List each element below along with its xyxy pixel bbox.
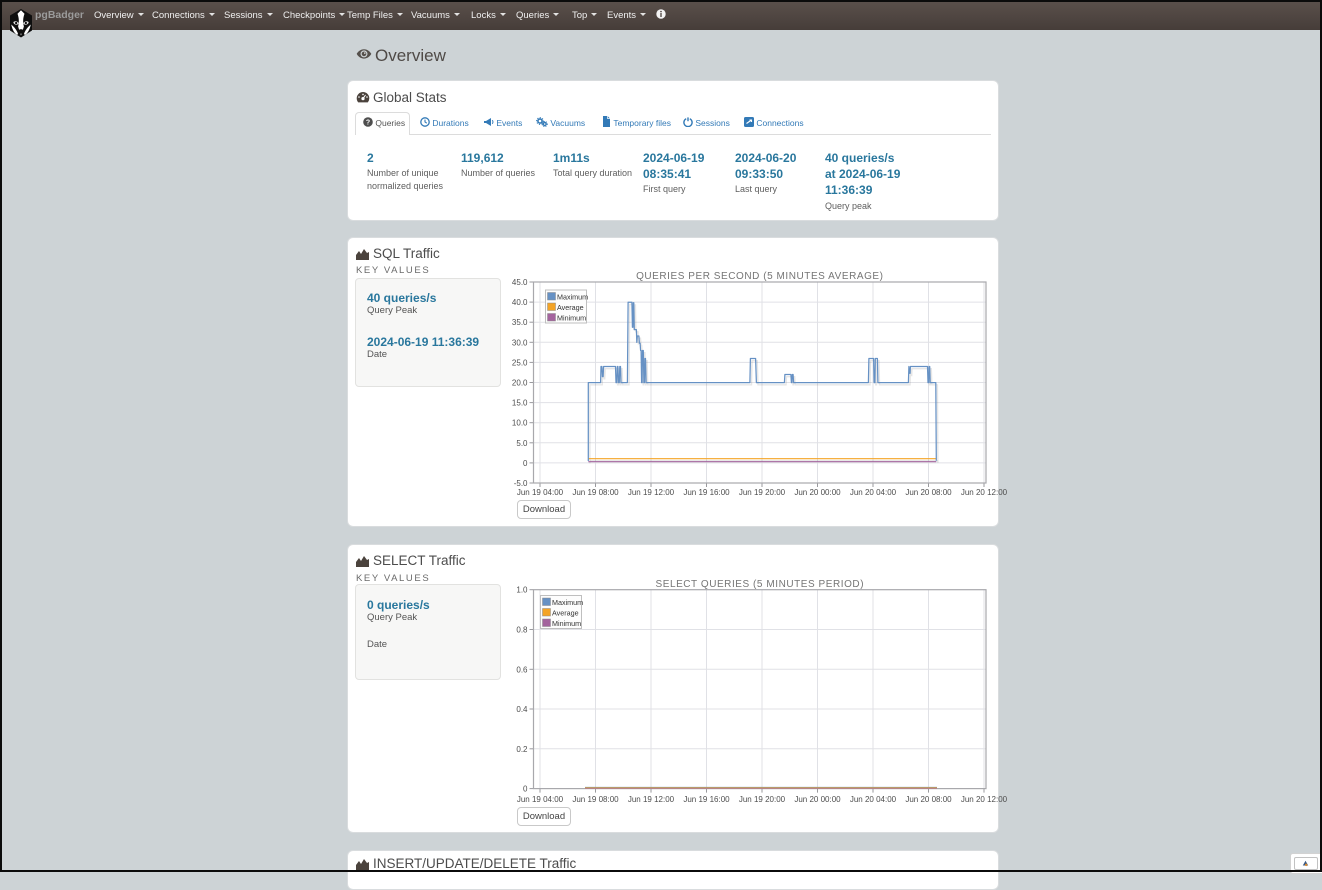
svg-text:Jun 20 00:00: Jun 20 00:00 xyxy=(794,795,841,804)
svg-text:Jun 19 20:00: Jun 19 20:00 xyxy=(739,488,786,497)
svg-text:30.0: 30.0 xyxy=(512,338,528,347)
svg-text:0: 0 xyxy=(523,459,528,468)
svg-text:Average: Average xyxy=(557,303,584,312)
svg-text:0.6: 0.6 xyxy=(516,665,528,674)
svg-text:Average: Average xyxy=(552,608,579,617)
svg-text:25.0: 25.0 xyxy=(512,358,528,367)
svg-text:Jun 20 12:00: Jun 20 12:00 xyxy=(961,795,1008,804)
svg-text:Jun 19 04:00: Jun 19 04:00 xyxy=(517,488,564,497)
svg-text:Jun 20 04:00: Jun 20 04:00 xyxy=(850,488,897,497)
svg-text:Jun 20 12:00: Jun 20 12:00 xyxy=(961,488,1008,497)
svg-text:45.0: 45.0 xyxy=(512,278,528,287)
svg-text:15.0: 15.0 xyxy=(512,399,528,408)
svg-text:SELECT QUERIES (5 MINUTES PERI: SELECT QUERIES (5 MINUTES PERIOD) xyxy=(656,579,865,590)
svg-text:10.0: 10.0 xyxy=(512,419,528,428)
svg-text:-5.0: -5.0 xyxy=(514,479,528,488)
svg-text:Minimum: Minimum xyxy=(552,619,581,628)
svg-text:Jun 20 08:00: Jun 20 08:00 xyxy=(905,795,952,804)
svg-text:Jun 19 04:00: Jun 19 04:00 xyxy=(517,795,564,804)
svg-text:5.0: 5.0 xyxy=(516,439,528,448)
svg-text:Jun 20 04:00: Jun 20 04:00 xyxy=(850,795,897,804)
svg-text:20.0: 20.0 xyxy=(512,379,528,388)
svg-text:QUERIES PER SECOND (5 MINUTES: QUERIES PER SECOND (5 MINUTES AVERAGE) xyxy=(636,271,883,282)
svg-text:Jun 19 08:00: Jun 19 08:00 xyxy=(572,795,619,804)
svg-text:Jun 19 16:00: Jun 19 16:00 xyxy=(683,488,730,497)
svg-text:Jun 20 00:00: Jun 20 00:00 xyxy=(794,488,841,497)
svg-text:Jun 19 16:00: Jun 19 16:00 xyxy=(683,795,730,804)
svg-text:0.2: 0.2 xyxy=(516,745,528,754)
svg-text:Jun 19 20:00: Jun 19 20:00 xyxy=(739,795,786,804)
svg-text:Maximum: Maximum xyxy=(552,598,583,607)
svg-text:?: ? xyxy=(366,120,370,127)
svg-text:1.0: 1.0 xyxy=(516,586,528,595)
svg-text:Maximum: Maximum xyxy=(557,292,588,301)
svg-text:35.0: 35.0 xyxy=(512,318,528,327)
svg-text:Jun 19 12:00: Jun 19 12:00 xyxy=(628,795,675,804)
svg-text:Jun 20 08:00: Jun 20 08:00 xyxy=(905,488,952,497)
svg-text:0.4: 0.4 xyxy=(516,705,528,714)
svg-text:Jun 19 12:00: Jun 19 12:00 xyxy=(628,488,675,497)
svg-text:0: 0 xyxy=(523,785,528,794)
svg-text:40.0: 40.0 xyxy=(512,298,528,307)
svg-text:Minimum: Minimum xyxy=(557,313,586,322)
svg-text:Jun 19 08:00: Jun 19 08:00 xyxy=(572,488,619,497)
svg-text:0.8: 0.8 xyxy=(516,626,528,635)
